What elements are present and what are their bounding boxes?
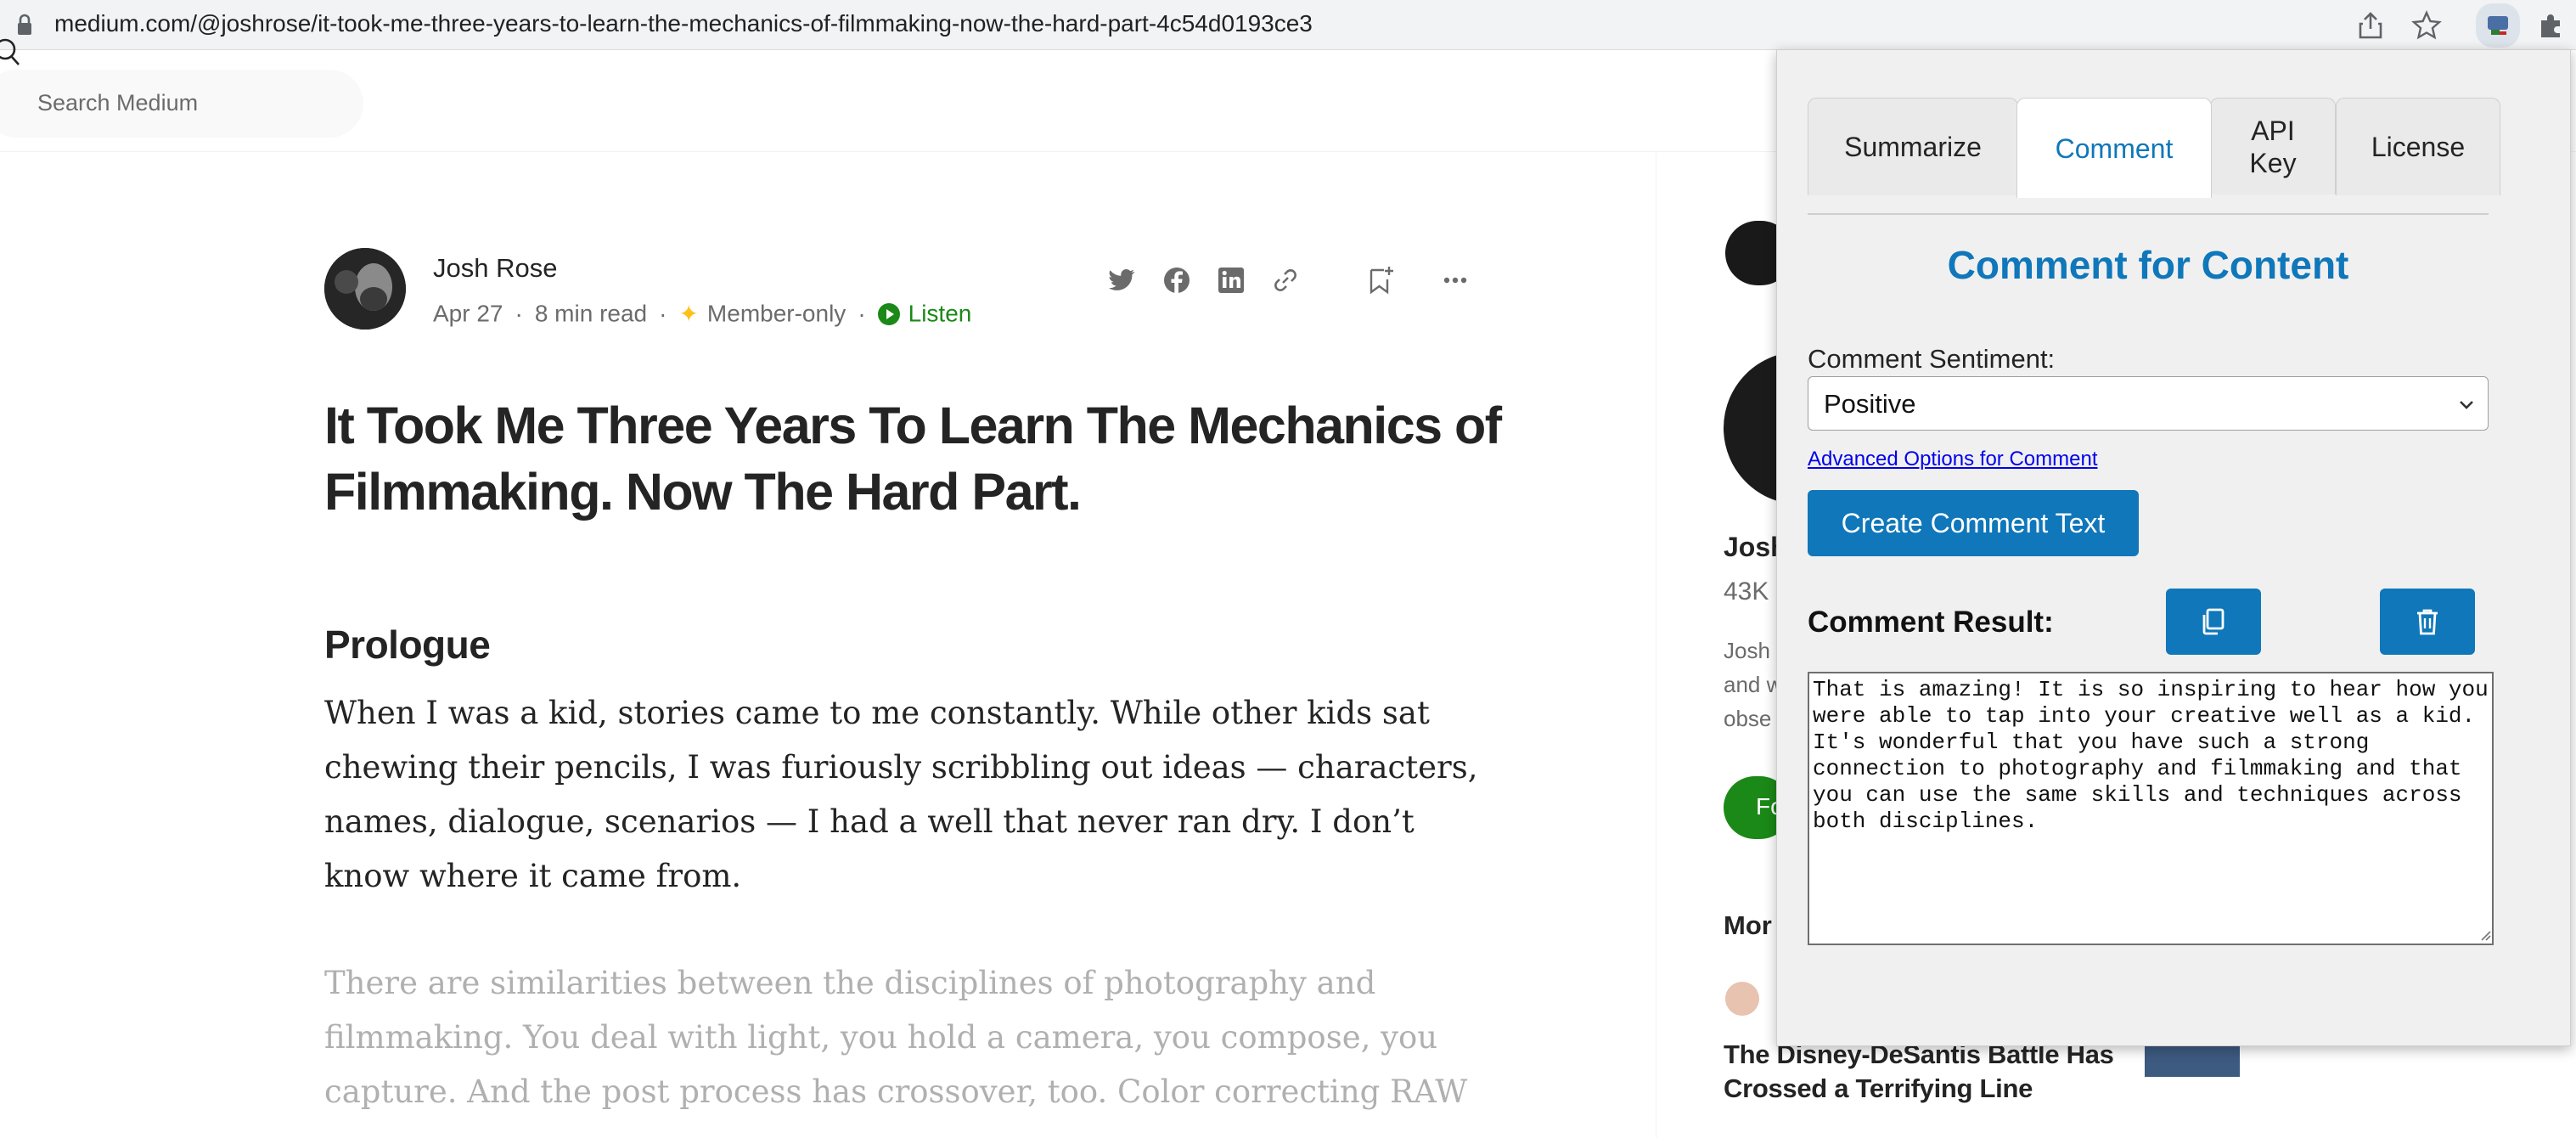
search-placeholder: Search Medium <box>37 90 199 115</box>
popup-title: Comment for Content <box>1947 243 2349 287</box>
recommended-story-title[interactable]: The Disney-DeSantis Battle Has Crossed a… <box>1724 1038 2131 1106</box>
lock-icon <box>18 14 31 35</box>
tab-summarize[interactable]: Summarize <box>1808 98 2018 195</box>
sidebar-followers: 43K <box>1724 577 1769 606</box>
clear-button[interactable] <box>2380 589 2475 655</box>
comment-result-label: Comment Result: <box>1808 606 2054 639</box>
bio-line: Josh <box>1724 638 1770 663</box>
publish-date: Apr 27 <box>433 300 503 327</box>
tab-api-key[interactable]: API Key <box>2210 98 2336 194</box>
article-title: It Took Me Three Years To Learn The Mech… <box>324 397 1502 521</box>
tab-divider <box>1808 213 2489 215</box>
tab-license[interactable]: License <box>2336 98 2500 195</box>
sidebar-author-bio: Josh and w obse <box>1724 634 1782 735</box>
read-time: 8 min read <box>534 300 648 327</box>
extension-active-button[interactable] <box>2476 3 2520 48</box>
meta-separator: · <box>858 300 866 327</box>
address-bar-url[interactable]: medium.com/@joshrose/it-took-me-three-ye… <box>54 7 1313 41</box>
bio-line: and w <box>1724 672 1783 697</box>
advanced-options-link[interactable]: Advanced Options for Comment <box>1808 448 2098 471</box>
extensions-puzzle-icon[interactable] <box>2534 8 2568 42</box>
linkedin-icon[interactable] <box>1214 263 1248 297</box>
bookmark-star-icon[interactable] <box>2410 8 2444 42</box>
extension-popup: Summarize Comment API Key License Commen… <box>1776 49 2571 1046</box>
copy-link-icon[interactable] <box>1268 263 1302 297</box>
facebook-icon[interactable] <box>1160 263 1194 297</box>
popup-tabs: Summarize Comment API Key License <box>1808 98 2500 198</box>
extension-active-icon <box>2488 16 2508 35</box>
more-options-icon[interactable] <box>1438 263 1472 297</box>
resize-grip-icon[interactable] <box>2478 928 2492 942</box>
tab-comment[interactable]: Comment <box>2016 98 2212 198</box>
more-from-heading: Mor <box>1724 910 1772 940</box>
meta-separator: · <box>515 300 523 327</box>
create-comment-button[interactable]: Create Comment Text <box>1808 490 2139 556</box>
play-icon[interactable] <box>877 302 900 325</box>
member-only-label: Member-only <box>706 300 846 327</box>
copy-icon <box>2202 608 2224 635</box>
listen-button[interactable]: Listen <box>908 301 972 327</box>
sentiment-value: Positive <box>1824 389 1916 419</box>
copy-button[interactable] <box>2166 589 2261 655</box>
article-paragraph-2: There are similarities between the disci… <box>324 965 1468 1110</box>
article-meta: Apr 27 · 8 min read · ✦ Member-only · Listen <box>433 299 971 328</box>
article-paragraph-1: When I was a kid, stories came to me con… <box>324 695 1478 894</box>
meta-separator: · <box>659 300 667 327</box>
bio-line: obse <box>1724 706 1772 731</box>
author-name[interactable]: Josh Rose <box>433 253 557 284</box>
twitter-icon[interactable] <box>1105 263 1139 297</box>
story-author-avatar[interactable] <box>1725 982 1759 1016</box>
member-star-icon: ✦ <box>678 301 699 328</box>
section-heading: Prologue <box>324 623 491 667</box>
share-icon[interactable] <box>2354 8 2388 42</box>
comment-result-textarea[interactable]: That is amazing! It is so inspiring to h… <box>1808 672 2494 945</box>
trash-icon <box>2417 609 2438 635</box>
author-photo <box>324 248 406 330</box>
browser-toolbar: medium.com/@joshrose/it-took-me-three-ye… <box>0 0 2576 50</box>
sentiment-select[interactable]: Positive <box>1808 376 2489 431</box>
chevron-down-icon <box>2460 401 2473 409</box>
author-avatar[interactable] <box>324 248 406 330</box>
sentiment-label: Comment Sentiment: <box>1808 344 2056 374</box>
bookmark-add-icon[interactable] <box>1364 263 1398 297</box>
search-icon <box>0 38 20 65</box>
